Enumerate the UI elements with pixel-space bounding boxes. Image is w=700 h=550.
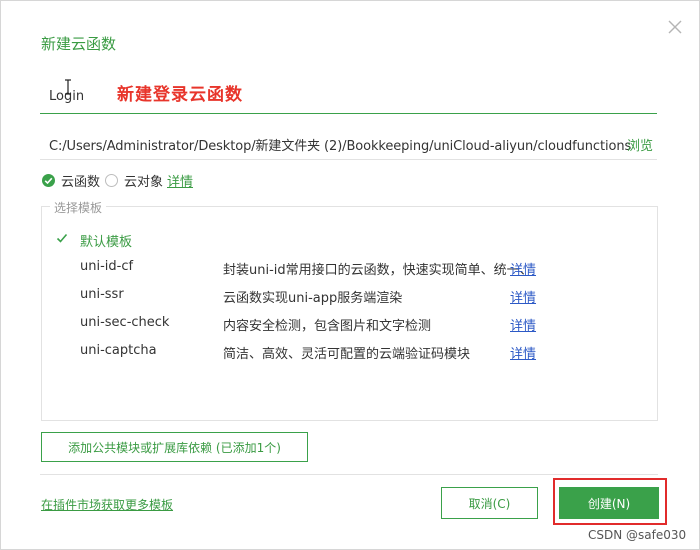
- close-icon[interactable]: [665, 17, 685, 37]
- template-group-legend: 选择模板: [50, 199, 107, 216]
- text-cursor-icon: [63, 79, 73, 95]
- template-detail-link[interactable]: 详情: [510, 287, 536, 306]
- template-row-uni-id-cf[interactable]: uni-id-cf 封装uni-id常用接口的云函数，快速实现简单、统一、 详情: [42, 257, 657, 279]
- footer-divider: [40, 474, 658, 475]
- template-detail-link[interactable]: 详情: [510, 343, 536, 362]
- template-group: 选择模板 默认模板 uni-id-cf 封装uni-id常用接口的云函数，快速实…: [41, 199, 658, 421]
- template-row-uni-sec-check[interactable]: uni-sec-check 内容安全检测，包含图片和文字检测 详情: [42, 313, 657, 335]
- template-description: 封装uni-id常用接口的云函数，快速实现简单、统一、: [223, 263, 533, 278]
- type-detail-link[interactable]: 详情: [167, 171, 193, 190]
- template-detail-link[interactable]: 详情: [510, 315, 536, 334]
- add-module-button[interactable]: 添加公共模块或扩展库依赖 (已添加1个): [41, 432, 308, 462]
- plugin-market-link[interactable]: 在插件市场获取更多模板: [41, 496, 173, 513]
- radio-label: 云函数: [61, 175, 101, 190]
- check-icon: [56, 232, 68, 244]
- template-row-uni-ssr[interactable]: uni-ssr 云函数实现uni-app服务端渲染 详情: [42, 285, 657, 307]
- template-name: uni-ssr: [80, 287, 124, 302]
- template-description: 云函数实现uni-app服务端渲染: [223, 291, 403, 306]
- path-value: C:/Users/Administrator/Desktop/新建文件夹 (2)…: [49, 139, 632, 154]
- template-row-uni-captcha[interactable]: uni-captcha 简洁、高效、灵活可配置的云端验证码模块 详情: [42, 341, 657, 363]
- radio-cloud-object[interactable]: 云对象: [105, 171, 163, 190]
- template-name: uni-sec-check: [80, 315, 170, 330]
- dialog-title: 新建云函数: [41, 35, 117, 53]
- radio-cloud-function[interactable]: 云函数: [42, 171, 100, 190]
- template-description: 简洁、高效、灵活可配置的云端验证码模块: [223, 347, 471, 362]
- path-field[interactable]: C:/Users/Administrator/Desktop/新建文件夹 (2)…: [40, 128, 657, 160]
- radio-checked-icon: [42, 174, 55, 187]
- template-description: 内容安全检测，包含图片和文字检测: [223, 319, 432, 334]
- watermark: CSDN @safe030: [588, 528, 687, 542]
- template-detail-link[interactable]: 详情: [510, 259, 536, 278]
- create-button[interactable]: 创建(N): [559, 487, 659, 519]
- annotation-label: 新建登录云函数: [117, 85, 243, 105]
- cancel-button[interactable]: 取消(C): [441, 487, 538, 519]
- template-row-default[interactable]: 默认模板: [42, 229, 657, 251]
- radio-label: 云对象: [124, 175, 164, 190]
- template-name: uni-captcha: [80, 343, 157, 358]
- template-name: 默认模板: [80, 235, 133, 250]
- browse-link[interactable]: 浏览: [627, 135, 653, 154]
- template-name: uni-id-cf: [80, 259, 134, 274]
- radio-unchecked-icon: [105, 174, 118, 187]
